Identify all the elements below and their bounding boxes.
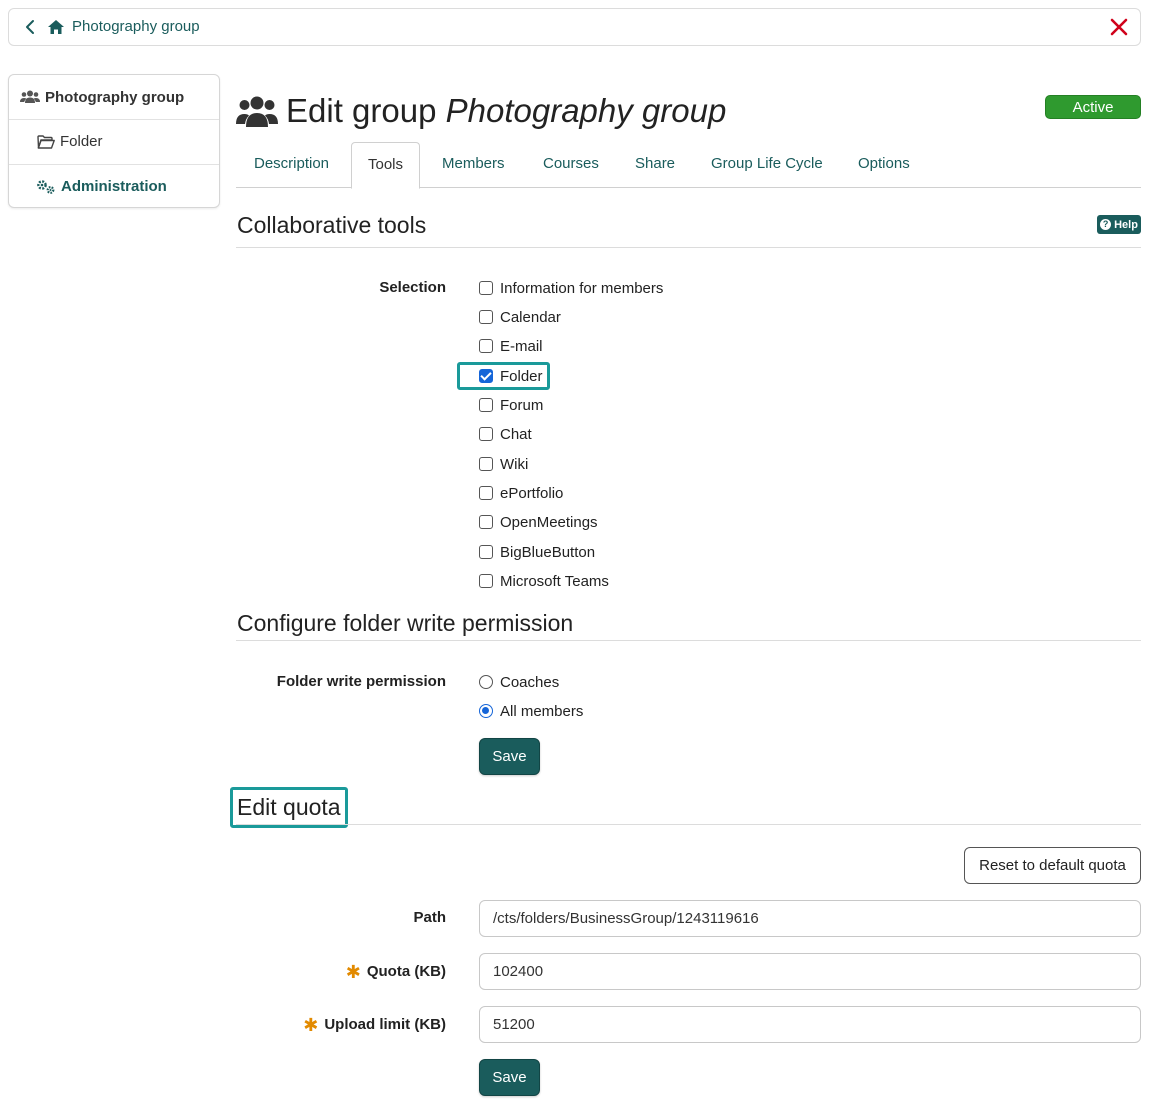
edit-quota-highlight-frame <box>230 787 348 828</box>
tool-calendar[interactable]: Calendar <box>479 306 561 328</box>
breadcrumb-bar: Photography group <box>8 8 1141 46</box>
checkbox-label: Chat <box>500 425 532 443</box>
folder-highlight-frame <box>457 362 550 390</box>
tab-group-life-cycle[interactable]: Group Life Cycle <box>711 142 823 188</box>
sidebar-item-folder[interactable]: Folder <box>9 119 219 163</box>
checkbox[interactable] <box>479 427 493 441</box>
path-field[interactable] <box>479 900 1141 937</box>
radio-selected[interactable] <box>479 704 493 718</box>
section-divider <box>236 824 1141 825</box>
page-title: Edit group Photography group <box>286 92 726 130</box>
sidebar: Photography group Folder Administration <box>8 74 220 208</box>
checkbox[interactable] <box>479 515 493 529</box>
radio-label: Coaches <box>500 673 560 691</box>
tab-description[interactable]: Description <box>254 142 329 188</box>
help-button[interactable]: ? Help <box>1097 215 1141 234</box>
home-icon[interactable] <box>47 18 65 36</box>
required-asterisk-icon: ✱ <box>345 962 361 982</box>
sidebar-item-label: Folder <box>60 133 103 150</box>
page-title-group: Photography group <box>445 92 727 129</box>
checkbox-label: Forum <box>500 396 544 414</box>
tool-wiki[interactable]: Wiki <box>479 453 528 475</box>
checkbox[interactable] <box>479 486 493 500</box>
required-asterisk-icon: ✱ <box>303 1015 319 1035</box>
tool-forum[interactable]: Forum <box>479 394 543 416</box>
checkbox-label: OpenMeetings <box>500 513 598 531</box>
folder-permission-heading: Configure folder write permission <box>237 610 574 636</box>
back-arrow-icon[interactable] <box>19 16 41 38</box>
folder-open-icon <box>37 134 55 149</box>
checkbox-label: E-mail <box>500 337 543 355</box>
radio[interactable] <box>479 675 493 689</box>
checkbox-label: Information for members <box>500 279 664 297</box>
quota-label: ✱ Quota (KB) <box>346 962 446 983</box>
tool-eportfolio[interactable]: ePortfolio <box>479 482 563 504</box>
folder-permission-label: Folder write permission <box>276 673 446 690</box>
sidebar-item-administration[interactable]: Administration <box>9 164 219 208</box>
sidebar-item-label: Photography group <box>45 88 185 106</box>
help-label: Help <box>1114 218 1138 231</box>
tool-openmeetings[interactable]: OpenMeetings <box>479 511 598 533</box>
section-divider <box>236 640 1141 641</box>
checkbox-label: Calendar <box>500 308 561 326</box>
checkbox[interactable] <box>479 457 493 471</box>
users-icon <box>20 90 40 103</box>
upload-limit-label: ✱ Upload limit (KB) <box>303 1015 446 1036</box>
users-icon <box>236 94 278 130</box>
tab-bar: Description Tools Members Courses Share … <box>236 142 1141 189</box>
sidebar-item-group[interactable]: Photography group <box>9 75 219 119</box>
checkbox-label: Microsoft Teams <box>500 572 609 590</box>
tool-microsoft-teams[interactable]: Microsoft Teams <box>479 570 609 592</box>
tab-members[interactable]: Members <box>442 142 505 188</box>
checkbox-label: BigBlueButton <box>500 543 596 561</box>
collaborative-tools-heading: Collaborative tools <box>237 212 427 238</box>
close-icon[interactable] <box>1108 16 1130 38</box>
quota-field[interactable] <box>479 953 1141 990</box>
breadcrumb-home-link[interactable]: Photography group <box>72 18 200 35</box>
checkbox[interactable] <box>479 545 493 559</box>
checkbox[interactable] <box>479 281 493 295</box>
tool-information-for-members[interactable]: Information for members <box>479 277 663 299</box>
help-icon: ? <box>1100 219 1112 230</box>
tab-options[interactable]: Options <box>858 142 910 188</box>
gears-icon <box>37 179 55 194</box>
tab-courses[interactable]: Courses <box>543 142 599 188</box>
reset-default-quota-button[interactable]: Reset to default quota <box>964 847 1141 884</box>
checkbox[interactable] <box>479 574 493 588</box>
section-divider <box>236 247 1141 248</box>
page-title-prefix: Edit group <box>286 92 437 129</box>
tab-tools[interactable]: Tools <box>351 142 421 189</box>
quota-label-text: Quota (KB) <box>366 963 446 980</box>
tool-chat[interactable]: Chat <box>479 423 532 445</box>
checkbox-label: ePortfolio <box>500 484 564 502</box>
tool-email[interactable]: E-mail <box>479 335 543 357</box>
path-label: Path <box>413 909 446 926</box>
save-permission-button[interactable]: Save <box>479 738 540 775</box>
checkbox[interactable] <box>479 339 493 353</box>
save-quota-button[interactable]: Save <box>479 1059 540 1096</box>
checkbox[interactable] <box>479 398 493 412</box>
radio-label: All members <box>500 702 584 720</box>
tab-share[interactable]: Share <box>635 142 675 188</box>
tool-bigbluebutton[interactable]: BigBlueButton <box>479 541 595 563</box>
upload-limit-field[interactable] <box>479 1006 1141 1043</box>
checkbox[interactable] <box>479 310 493 324</box>
permission-coaches[interactable]: Coaches <box>479 671 559 693</box>
permission-all-members[interactable]: All members <box>479 700 583 722</box>
selection-label: Selection <box>379 279 446 296</box>
upload-limit-label-text: Upload limit (KB) <box>324 1016 446 1033</box>
status-badge: Active <box>1045 95 1141 119</box>
checkbox-label: Wiki <box>500 455 529 473</box>
sidebar-item-label: Administration <box>61 178 167 195</box>
